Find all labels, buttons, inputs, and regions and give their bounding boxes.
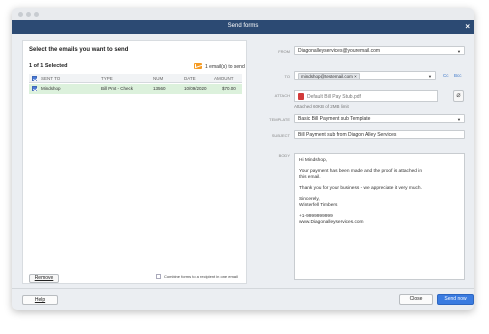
pdf-file-icon [298,93,304,100]
body-line: Thank you for your business - we appreci… [299,186,422,191]
chevron-down-icon[interactable]: ▼ [457,117,461,122]
window-chrome [12,8,474,20]
row-checkbox[interactable] [32,86,37,91]
bcc-link[interactable]: Bcc [454,73,462,78]
emails-to-send-count: 1 email(s) to send [205,64,245,70]
paperclip-icon: ⌀ [456,92,461,99]
cell-amount: $70.00 [222,86,236,91]
to-field[interactable]: mindshop@testemail.com × ▼ [294,71,436,80]
subject-field[interactable]: Bill Payment sub from Diagon Alley Servi… [294,130,465,139]
body-line: Your payment has been made and the proof… [299,169,423,174]
panel-heading: Select the emails you want to send [29,47,129,53]
window-zoom-dot[interactable] [34,12,39,17]
body-line: Hi Mindshop, [299,158,327,163]
template-select[interactable]: Basic Bill Payment sub Template ▼ [294,114,465,123]
column-header-sent-to[interactable]: SENT TO [41,76,60,81]
column-header-num[interactable]: NUM [153,76,163,81]
select-all-checkbox[interactable] [32,76,37,81]
cell-num: 13560 [153,86,166,91]
cc-link[interactable]: Cc [443,73,449,78]
body-label: BODY [278,153,290,158]
chevron-down-icon[interactable]: ▼ [428,74,432,79]
table-row[interactable]: Mindshop Bill Pmt - Check 13560 10/09/20… [29,84,242,94]
close-icon[interactable]: × [465,22,470,31]
combine-forms-checkbox[interactable] [156,274,161,279]
selected-count: 1 of 1 Selected [29,63,68,69]
dialog-title: Send forms [227,23,259,29]
cell-type: Bill Pmt - Check [101,86,134,91]
remove-button[interactable]: Remove [29,274,59,283]
cell-sent-to: Mindshop [41,86,61,91]
column-header-amount[interactable]: AMOUNT [214,76,234,81]
body-line: Sincerely, [299,197,320,202]
template-label: TEMPLATE [269,117,290,122]
close-button[interactable]: Close [399,294,433,305]
window-minimize-dot[interactable] [26,12,31,17]
subject-label: SUBJECT [271,133,290,138]
combine-forms-label: Combine forms to a recipient in one emai… [164,274,238,279]
attachment-size-note: Attached 60KB of 2MB limit [294,104,349,109]
body-line: +1-9999999999 [299,214,333,219]
from-label: FROM [278,49,290,54]
to-label: TO [284,74,290,79]
window-close-dot[interactable] [18,12,23,17]
dialog-titlebar: Send forms × [12,20,474,34]
footer-divider [12,288,474,289]
column-header-type[interactable]: TYPE [101,76,113,81]
cell-date: 10/09/2020 [184,86,207,91]
table-header: SENT TO TYPE NUM DATE AMOUNT [29,74,242,83]
email-selection-panel: Select the emails you want to send 1 of … [22,40,247,284]
body-line: www.Diagonalleyservices.com [299,220,364,225]
body-textarea[interactable]: Hi Mindshop, Your payment has been made … [294,153,465,280]
from-field[interactable]: Diagonalleyservices@youremail.com ▼ [294,46,465,55]
attachment-box[interactable]: Default Bill Pay Stub.pdf [294,90,438,102]
from-value: Diagonalleyservices@youremail.com [298,48,381,54]
template-value: Basic Bill Payment sub Template [298,116,371,122]
attach-file-button[interactable]: ⌀ [453,90,464,102]
envelope-icon [194,63,202,69]
body-line: this email. [299,175,321,180]
send-forms-window: Send forms × Select the emails you want … [12,8,474,310]
body-line: Winterfell Timbers [299,203,338,208]
subject-value: Bill Payment sub from Diagon Alley Servi… [298,132,397,138]
help-button[interactable]: Help [22,295,58,305]
recipient-chip[interactable]: mindshop@testemail.com × [298,73,360,79]
attachment-filename[interactable]: Default Bill Pay Stub.pdf [307,94,361,100]
chevron-down-icon[interactable]: ▼ [457,49,461,54]
send-now-button[interactable]: Send now [437,294,474,305]
attach-label: ATTACH [274,93,290,98]
recipient-chip-label: mindshop@testemail.com [301,74,353,79]
column-header-date[interactable]: DATE [184,76,196,81]
